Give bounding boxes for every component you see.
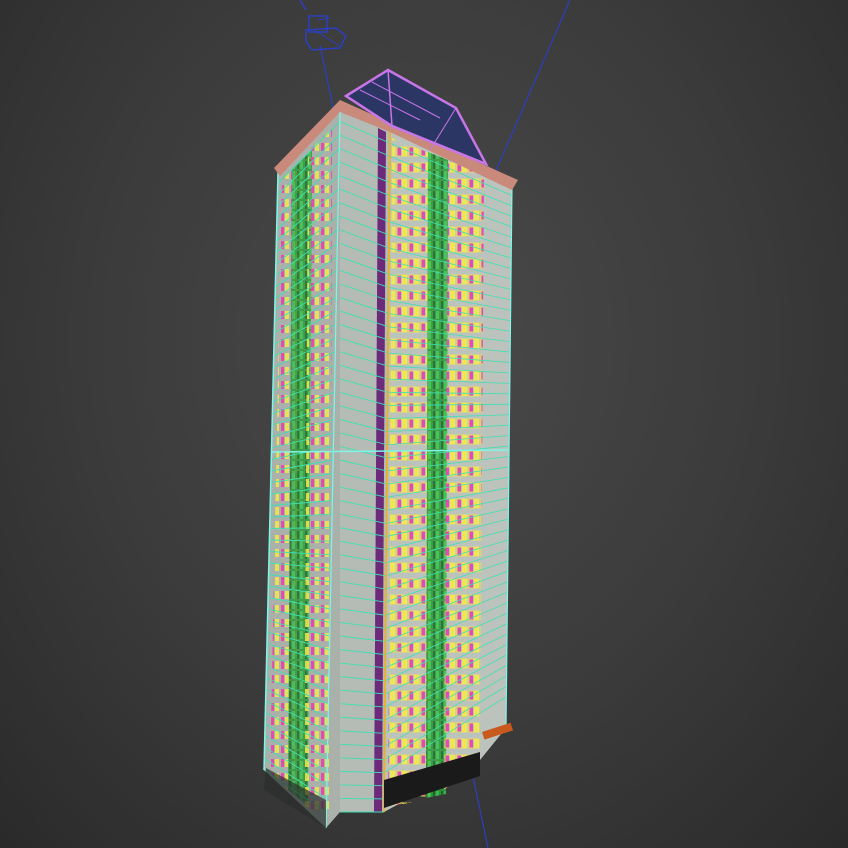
tower-model[interactable]	[263, 68, 518, 829]
viewport-3d[interactable]	[0, 0, 848, 848]
scene-canvas[interactable]	[0, 0, 848, 848]
camera-icon[interactable]	[299, 0, 347, 51]
window-band-front-left	[388, 138, 432, 806]
